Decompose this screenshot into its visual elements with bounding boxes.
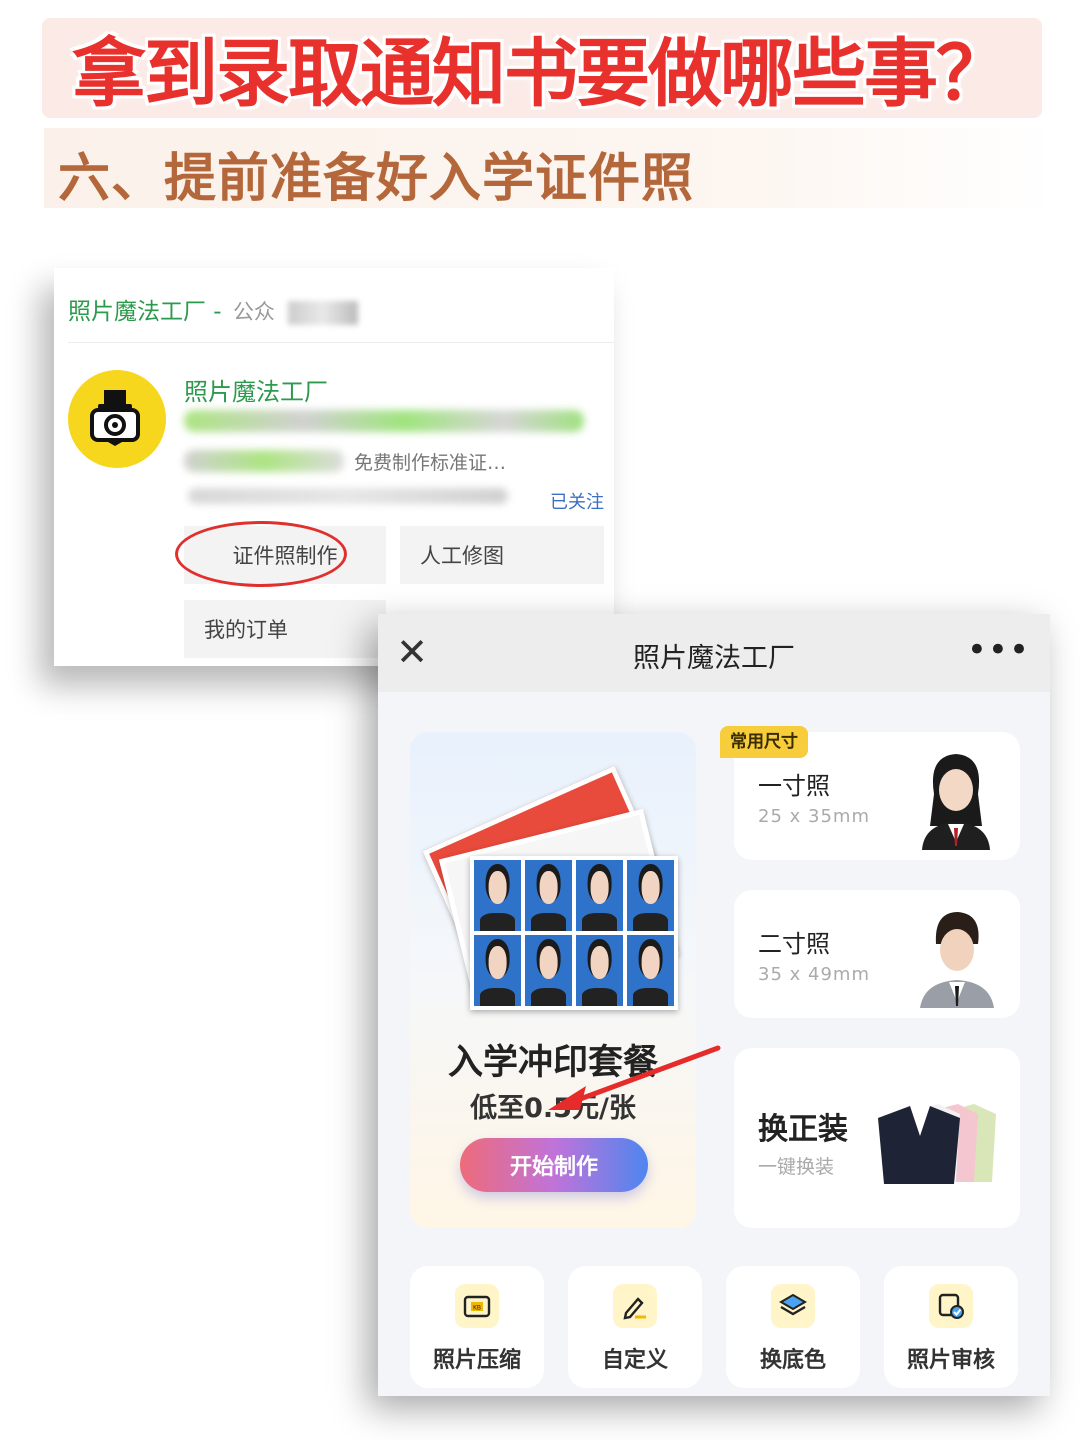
mini-program-title: 照片魔法工厂 (633, 643, 795, 674)
id-photo (525, 935, 572, 1006)
id-photo (474, 860, 521, 931)
promo-price: 低至0.5元/张 (470, 1093, 636, 1124)
account-header-title: 照片魔法工厂 - (68, 299, 222, 325)
highlight-circle (175, 521, 347, 587)
suit-title: 换正装 (758, 1112, 848, 1147)
blur-mask (188, 488, 508, 504)
camera-hat-icon (90, 390, 140, 446)
id-photo (474, 935, 521, 1006)
mini-program-window: ✕ 照片魔法工厂 ••• 入学冲印套餐 低至0.5元/张 开始制作 一寸照 25… (378, 614, 1050, 1396)
start-make-button[interactable]: 开始制作 (460, 1138, 648, 1192)
blur-mask (184, 410, 584, 432)
id-photo (627, 935, 674, 1006)
change-suit-card[interactable]: 换正装 一键换装 (734, 1048, 1020, 1228)
menu-orders-label: 我的订单 (204, 618, 288, 642)
promo-card[interactable]: 入学冲印套餐 低至0.5元/张 开始制作 (410, 732, 696, 1228)
menu-retouch-label: 人工修图 (420, 544, 504, 568)
menu-retouch[interactable]: 人工修图 (400, 526, 604, 584)
account-avatar[interactable] (68, 370, 166, 468)
tool-label: 照片压缩 (432, 1348, 521, 1373)
suits-icon (874, 1096, 1000, 1186)
pen-edit-icon (613, 1284, 657, 1328)
tool-review[interactable]: 照片审核 (884, 1266, 1018, 1388)
tool-label: 换底色 (759, 1348, 826, 1373)
id-photo (627, 860, 674, 931)
account-description: 免费制作标准证… (354, 452, 507, 474)
divider (68, 342, 614, 343)
suit-subtitle: 一键换装 (758, 1156, 835, 1178)
photo-check-icon (929, 1284, 973, 1328)
account-header: 照片魔法工厂 - 公众 (68, 292, 359, 326)
promo-title: 入学冲印套餐 (447, 1043, 658, 1083)
menu-orders[interactable]: 我的订单 (184, 600, 386, 658)
more-icon[interactable]: ••• (967, 630, 1030, 670)
subhead: 六、提前准备好入学证件照 (58, 148, 695, 209)
layers-icon (771, 1284, 815, 1328)
size-name: 二寸照 (758, 930, 830, 958)
size-dimensions: 35 x 49mm (758, 964, 870, 985)
account-name[interactable]: 照片魔法工厂 (184, 372, 328, 407)
size-dimensions: 25 x 35mm (758, 806, 870, 827)
tool-custom[interactable]: 自定义 (568, 1266, 702, 1388)
id-photo (525, 860, 572, 931)
size-name: 一寸照 (758, 772, 830, 800)
id-photo (576, 935, 623, 1006)
id-photo (576, 860, 623, 931)
id-photo-grid (470, 856, 678, 1010)
portrait-female (914, 746, 998, 850)
headline: 拿到录取通知书要做哪些事？ (72, 30, 1010, 117)
mini-program-header: ✕ 照片魔法工厂 ••• (378, 614, 1050, 692)
tool-background[interactable]: 换底色 (726, 1266, 860, 1388)
tool-label: 自定义 (601, 1348, 668, 1373)
kb-compress-icon: KB (455, 1284, 499, 1328)
common-size-tag: 常用尺寸 (720, 726, 808, 758)
size-card-2inch[interactable]: 二寸照 35 x 49mm (734, 890, 1020, 1018)
svg-text:KB: KB (473, 1305, 481, 1312)
account-header-obscured: 公众 (232, 300, 275, 324)
tool-label: 照片审核 (906, 1348, 995, 1373)
blur-mask (288, 300, 359, 325)
tool-compress[interactable]: KB 照片压缩 (410, 1266, 544, 1388)
portrait-male (914, 904, 998, 1008)
blur-mask (184, 450, 344, 472)
follow-status[interactable]: 已关注 (550, 488, 604, 514)
official-account-card: 照片魔法工厂 - 公众 照片魔法工厂 免费制作标准证… 已关注 证件照制作 人工… (54, 268, 614, 666)
